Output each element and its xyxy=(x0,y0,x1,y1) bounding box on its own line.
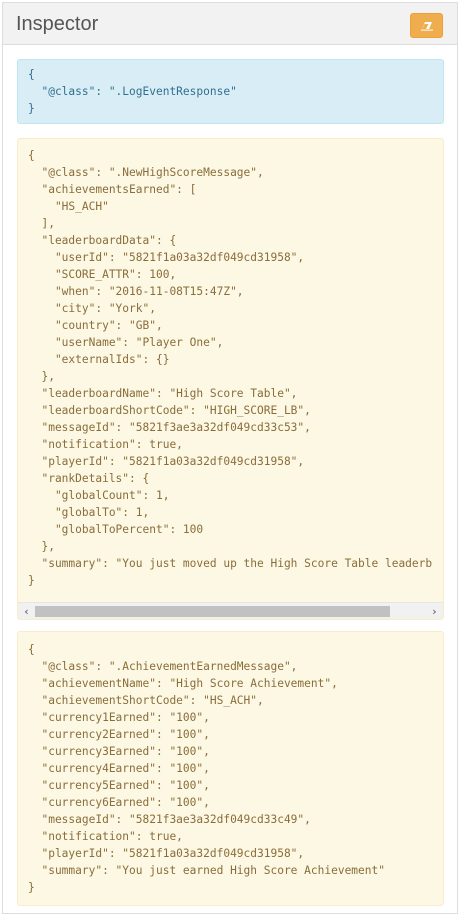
new-high-score-message: { "@class": ".NewHighScoreMessage", "ach… xyxy=(17,138,444,620)
message-json: { "@class": ".LogEventResponse" } xyxy=(28,68,237,115)
panel-title: Inspector xyxy=(16,13,99,35)
log-event-response-message: { "@class": ".LogEventResponse" } xyxy=(17,59,444,124)
achievement-earned-message: { "@class": ".AchievementEarnedMessage",… xyxy=(17,631,444,906)
message-json: { "@class": ".AchievementEarnedMessage",… xyxy=(28,643,385,894)
horizontal-scrollbar[interactable]: ‹ › xyxy=(18,602,443,619)
inspector-panel: Inspector { "@class": ".LogEventResponse… xyxy=(2,2,458,914)
clear-button[interactable] xyxy=(410,13,443,38)
eraser-icon xyxy=(420,21,434,31)
chevron-right-icon[interactable]: › xyxy=(426,603,443,619)
chevron-left-icon[interactable]: ‹ xyxy=(18,603,35,619)
scrollbar-thumb[interactable] xyxy=(35,606,390,617)
message-json: { "@class": ".NewHighScoreMessage", "ach… xyxy=(28,149,433,587)
panel-header: Inspector xyxy=(3,3,457,45)
